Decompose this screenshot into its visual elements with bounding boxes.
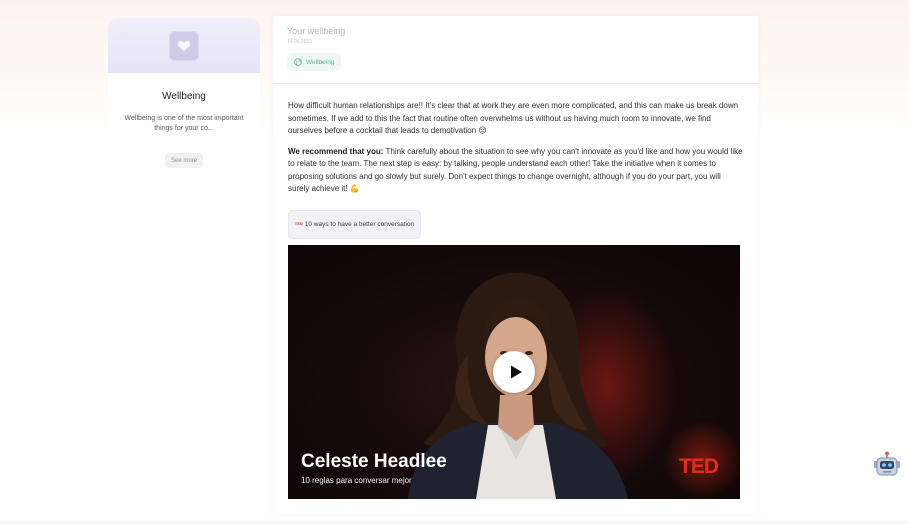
panel-body: How difficult human relationships are!! …: [273, 84, 758, 239]
heart-icon: [169, 30, 199, 61]
see-more-button[interactable]: See more: [165, 153, 203, 168]
ted-resource-label: 10 ways to have a better conversation: [304, 220, 415, 228]
card-title: Wellbeing: [162, 91, 206, 102]
category-chip[interactable]: Wellbeing: [287, 53, 342, 71]
wellbeing-card: Wellbeing Wellbeing is one of the most i…: [108, 18, 260, 188]
ted-resource-button[interactable]: TED 10 ways to have a better conversation: [288, 209, 421, 239]
page-background-bottom: [0, 518, 909, 524]
chip-label: Wellbeing: [306, 58, 335, 66]
card-banner: [108, 18, 260, 73]
ted-logo: TED: [679, 455, 719, 478]
robot-assistant-button[interactable]: [872, 451, 902, 479]
flexed-biceps-emoji: 💪: [349, 184, 360, 193]
video-player[interactable]: Celeste Headlee 10 reglas para conversar…: [288, 245, 740, 499]
recommendation-paragraph: We recommend that you: Think carefully a…: [288, 146, 744, 196]
recommendation-lead: We recommend that you:: [288, 146, 384, 156]
play-icon: [510, 365, 522, 379]
intro-paragraph: How difficult human relationships are!! …: [288, 100, 744, 138]
globe-icon: [294, 58, 302, 66]
robot-icon: [874, 451, 900, 476]
page-date: 14.06.2022: [287, 39, 313, 45]
intro-text: How difficult human relationships are!! …: [288, 101, 739, 135]
ted-resource-text: TED 10 ways to have a better conversation: [295, 219, 414, 230]
play-button[interactable]: [493, 351, 535, 393]
speaker-name: Celeste Headlee: [301, 451, 447, 472]
sad-emoji: 😔: [478, 126, 487, 135]
ted-badge: TED: [294, 220, 303, 226]
page-title: Your wellbeing: [287, 26, 346, 36]
card-description: Wellbeing is one of the most important t…: [124, 115, 244, 132]
main-panel: Your wellbeing 14.06.2022 Wellbeing How …: [273, 16, 758, 514]
panel-header: Your wellbeing 14.06.2022 Wellbeing: [273, 16, 758, 84]
video-subtitle: 10 reglas para conversar mejor: [301, 476, 412, 485]
